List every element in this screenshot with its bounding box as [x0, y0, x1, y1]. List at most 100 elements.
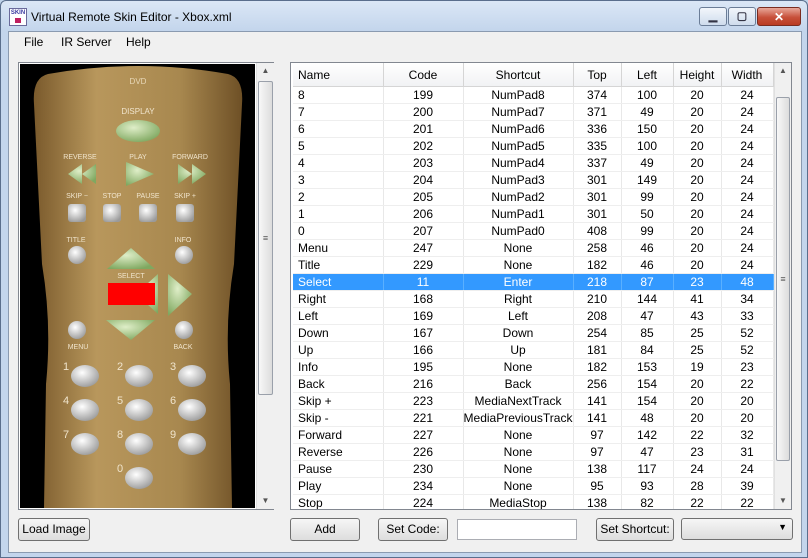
table-cell[interactable]: 20 — [673, 409, 722, 427]
table-cell[interactable]: 234 — [383, 477, 464, 495]
table-cell[interactable]: None — [463, 358, 574, 376]
buttons-grid[interactable]: Name Code Shortcut Top Left Height Width 8 199 N… — [290, 62, 792, 510]
table-row[interactable]: 1 206 NumPad1 301 50 20 24 — [293, 205, 774, 223]
table-cell[interactable]: 205 — [383, 188, 464, 206]
table-row[interactable]: Stop 224 MediaStop 138 82 22 22 — [293, 494, 774, 509]
table-cell[interactable]: None — [463, 443, 574, 461]
table-cell[interactable]: 221 — [383, 409, 464, 427]
maximize-button[interactable]: ▢ — [728, 7, 756, 26]
pause-icon[interactable] — [139, 204, 157, 222]
table-cell[interactable]: 154 — [621, 392, 674, 410]
table-cell[interactable]: 227 — [383, 426, 464, 444]
table-cell[interactable]: 97 — [573, 426, 622, 444]
table-cell[interactable]: 154 — [621, 375, 674, 393]
info-button[interactable] — [175, 246, 193, 264]
table-cell[interactable]: 34 — [721, 290, 774, 308]
table-cell[interactable]: 167 — [383, 324, 464, 342]
table-cell[interactable]: 224 — [383, 494, 464, 509]
table-cell[interactable]: 49 — [621, 103, 674, 121]
table-cell[interactable]: 47 — [621, 443, 674, 461]
table-row[interactable]: Forward 227 None 97 142 22 32 — [293, 426, 774, 444]
table-cell[interactable]: Down — [293, 324, 384, 342]
table-cell[interactable]: 20 — [721, 392, 774, 410]
table-row[interactable]: 7 200 NumPad7 371 49 20 24 — [293, 103, 774, 121]
table-cell[interactable]: 141 — [573, 409, 622, 427]
table-cell[interactable]: 201 — [383, 120, 464, 138]
table-cell[interactable]: 25 — [673, 341, 722, 359]
table-cell[interactable]: 8 — [293, 86, 384, 104]
table-cell[interactable]: 24 — [721, 171, 774, 189]
table-cell[interactable]: NumPad2 — [463, 188, 574, 206]
skip-back-icon[interactable] — [68, 204, 86, 222]
table-cell[interactable]: 20 — [673, 222, 722, 240]
table-cell[interactable]: 301 — [573, 188, 622, 206]
table-cell[interactable]: 22 — [721, 375, 774, 393]
table-cell[interactable]: 230 — [383, 460, 464, 478]
table-cell[interactable]: Reverse — [293, 443, 384, 461]
table-cell[interactable]: 24 — [721, 120, 774, 138]
table-cell[interactable]: 5 — [293, 137, 384, 155]
table-cell[interactable]: 7 — [293, 103, 384, 121]
table-cell[interactable]: NumPad1 — [463, 205, 574, 223]
table-cell[interactable]: 181 — [573, 341, 622, 359]
table-cell[interactable]: 24 — [673, 460, 722, 478]
table-cell[interactable]: 24 — [721, 103, 774, 121]
column-header[interactable]: Shortcut — [463, 63, 574, 87]
table-cell[interactable]: 166 — [383, 341, 464, 359]
table-cell[interactable]: 256 — [573, 375, 622, 393]
table-cell[interactable]: 93 — [621, 477, 674, 495]
table-cell[interactable]: 24 — [721, 205, 774, 223]
table-cell[interactable]: 95 — [573, 477, 622, 495]
table-cell[interactable]: 48 — [721, 273, 774, 291]
column-header[interactable]: Name — [293, 63, 384, 87]
table-cell[interactable]: 99 — [621, 188, 674, 206]
digit-button[interactable] — [178, 433, 206, 455]
grid-scroll-thumb[interactable]: ≡ — [776, 97, 790, 461]
table-cell[interactable]: MediaStop — [463, 494, 574, 509]
table-cell[interactable]: Forward — [293, 426, 384, 444]
scroll-down-icon[interactable]: ▼ — [257, 493, 274, 509]
scroll-up-icon[interactable]: ▲ — [257, 63, 274, 79]
table-cell[interactable]: 87 — [621, 273, 674, 291]
table-cell[interactable]: NumPad8 — [463, 86, 574, 104]
table-cell[interactable]: 203 — [383, 154, 464, 172]
table-row[interactable]: Reverse 226 None 97 47 23 31 — [293, 443, 774, 461]
table-cell[interactable]: Left — [293, 307, 384, 325]
table-cell[interactable]: 20 — [673, 171, 722, 189]
table-cell[interactable]: 19 — [673, 358, 722, 376]
table-cell[interactable]: 43 — [673, 307, 722, 325]
table-cell[interactable]: Title — [293, 256, 384, 274]
table-cell[interactable]: 195 — [383, 358, 464, 376]
table-cell[interactable]: 337 — [573, 154, 622, 172]
table-cell[interactable]: Stop — [293, 494, 384, 509]
table-cell[interactable]: 168 — [383, 290, 464, 308]
table-cell[interactable]: 202 — [383, 137, 464, 155]
table-cell[interactable]: 3 — [293, 171, 384, 189]
digit-button[interactable] — [125, 467, 153, 489]
table-cell[interactable]: 149 — [621, 171, 674, 189]
skip-forward-icon[interactable] — [176, 204, 194, 222]
table-cell[interactable]: 117 — [621, 460, 674, 478]
table-row[interactable]: Pause 230 None 138 117 24 24 — [293, 460, 774, 478]
menu-ir-server[interactable]: IR Server — [61, 35, 112, 49]
table-cell[interactable]: None — [463, 239, 574, 257]
table-cell[interactable]: 142 — [621, 426, 674, 444]
table-cell[interactable]: NumPad6 — [463, 120, 574, 138]
table-cell[interactable]: Select — [293, 273, 384, 291]
column-header[interactable]: Code — [383, 63, 464, 87]
title-bar[interactable]: SKIN Virtual Remote Skin Editor - Xbox.x… — [1, 1, 807, 31]
table-cell[interactable]: 254 — [573, 324, 622, 342]
table-cell[interactable]: 52 — [721, 341, 774, 359]
remote-image-view[interactable]: DVD DISPLAY REVERSE PLAY FORWARD SKIP − … — [20, 64, 255, 508]
table-cell[interactable]: 20 — [673, 154, 722, 172]
table-cell[interactable]: 33 — [721, 307, 774, 325]
table-cell[interactable]: 11 — [383, 273, 464, 291]
table-cell[interactable]: 336 — [573, 120, 622, 138]
table-cell[interactable]: 4 — [293, 154, 384, 172]
table-cell[interactable]: 226 — [383, 443, 464, 461]
digit-button[interactable] — [125, 365, 153, 387]
table-cell[interactable]: 138 — [573, 460, 622, 478]
table-cell[interactable]: 20 — [673, 103, 722, 121]
table-cell[interactable]: 20 — [673, 375, 722, 393]
display-button[interactable] — [116, 120, 160, 142]
